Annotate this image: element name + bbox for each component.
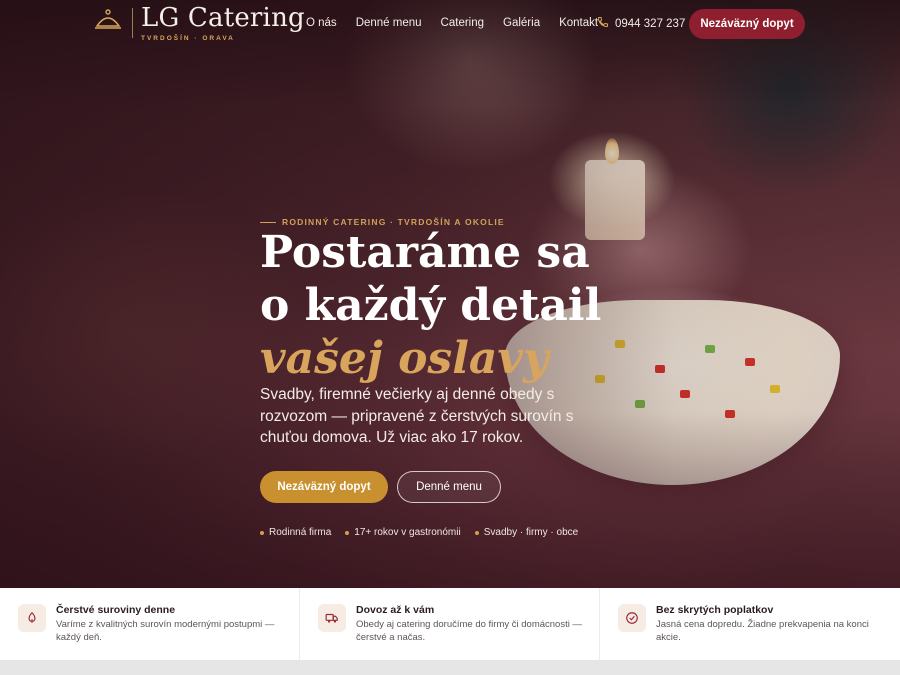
hero-title: Postaráme sa o každý detail vašej oslavy <box>260 226 601 385</box>
logo-divider <box>132 8 133 38</box>
eyebrow-line <box>260 221 276 223</box>
fact-item: Rodinná firma <box>260 527 331 538</box>
site-header: LG Catering TVRDOŠÍN · ORAVA O nás Denné… <box>0 0 900 50</box>
cloche-logo-icon[interactable] <box>93 6 123 34</box>
feature-text: Varíme z kvalitných surovín modernými po… <box>56 619 275 643</box>
hero-title-accent: vašej oslavy <box>260 333 549 384</box>
fact-text: Rodinná firma <box>269 527 332 538</box>
next-section-edge <box>0 660 900 675</box>
nav-link-catering[interactable]: Catering <box>441 17 484 29</box>
hero-facts: Rodinná firma 17+ rokov v gastronómii Sv… <box>260 527 592 538</box>
nav-link-denne-menu[interactable]: Denné menu <box>356 17 422 29</box>
hero-inquiry-button[interactable]: Nezáväzný dopyt <box>260 471 388 503</box>
truck-icon <box>318 604 346 632</box>
feature-card: Dovoz až k vám Obedy aj catering doručím… <box>300 588 600 660</box>
fact-item: Svadby · firmy · obce <box>474 527 579 538</box>
brand-subtitle: TVRDOŠÍN · ORAVA <box>141 35 235 42</box>
fact-item: 17+ rokov v gastronómii <box>345 527 461 538</box>
feature-text: Obedy aj catering doručíme do firmy či d… <box>356 619 582 643</box>
nav-link-o-nas[interactable]: O nás <box>306 17 337 29</box>
check-circle-icon <box>618 604 646 632</box>
phone-number: 0944 327 237 <box>615 17 686 30</box>
header-inquiry-button[interactable]: Nezáväzný dopyt <box>689 9 805 39</box>
hero-title-line1: Postaráme sa <box>260 227 590 278</box>
hero-daily-menu-button[interactable]: Denné menu <box>397 471 501 503</box>
bullet-dot-icon <box>260 530 264 535</box>
feature-text: Jasná cena dopredu. Žiadne prekvapenia n… <box>656 619 869 643</box>
hero-title-line2: o každý detail <box>260 280 602 331</box>
fact-text: Svadby · firmy · obce <box>483 527 579 538</box>
hero-lead: Svadby, firemné večierky aj denné obedy … <box>260 386 574 446</box>
bullet-dot-icon <box>345 530 350 535</box>
feature-card: Čerstvé suroviny denne Varíme z kvalitný… <box>0 588 300 660</box>
bullet-dot-icon <box>474 530 479 535</box>
feature-card: Bez skrytých poplatkov Jasná cena dopred… <box>600 588 900 660</box>
phone-icon <box>597 16 609 31</box>
nav-link-galeria[interactable]: Galéria <box>503 17 540 29</box>
feature-title: Bez skrytých poplatkov <box>656 604 774 616</box>
leaf-icon <box>18 604 46 632</box>
features-strip: Čerstvé suroviny denne Varíme z kvalitný… <box>0 588 900 660</box>
feature-title: Čerstvé suroviny denne <box>56 604 176 616</box>
nav-link-kontakt[interactable]: Kontakt <box>559 17 598 29</box>
main-nav: O nás Denné menu Catering Galéria Kontak… <box>306 17 617 29</box>
fact-text: 17+ rokov v gastronómii <box>354 527 461 538</box>
feature-title: Dovoz až k vám <box>356 604 435 616</box>
phone-link[interactable]: 0944 327 237 <box>597 16 685 31</box>
brand-name[interactable]: LG Catering <box>141 3 305 33</box>
